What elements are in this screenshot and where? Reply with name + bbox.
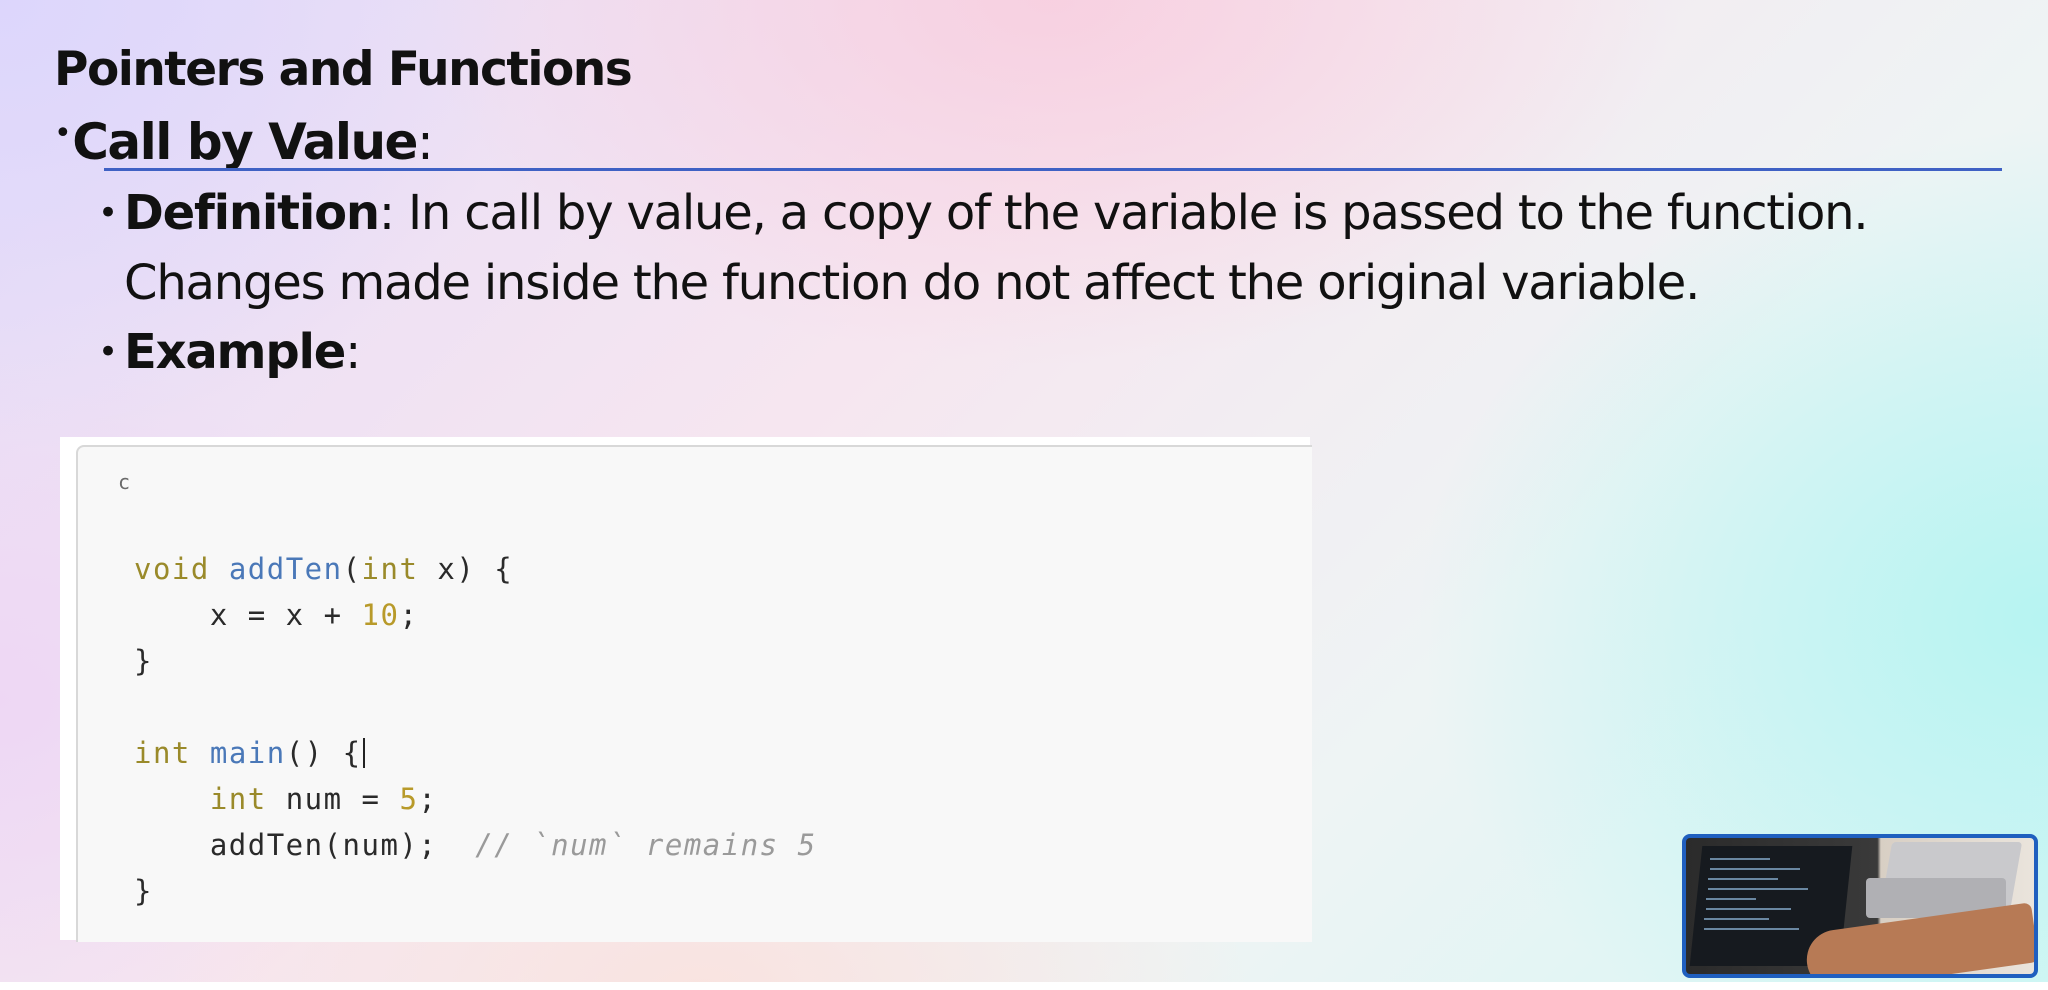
definition-paragraph: Definition: In call by value, a copy of … [98,178,1998,318]
bottom-strip [0,982,2048,990]
example-label: Example [124,324,346,380]
code-block: void addTen(int x) { x = x + 10; } int m… [134,546,817,914]
bullet-dot: • [98,332,118,372]
text-caret [362,738,365,768]
code-line: x = x + 10; [134,598,419,632]
bullet-dot: • [54,116,72,151]
bullet-call-by-value: •Call by Value: [54,113,434,171]
sub-bullet-example: • Example: [98,317,361,387]
example-paragraph: Example: [98,317,361,387]
definition-text: : In call by value, a copy of the variab… [124,185,1869,311]
bullet-colon: : [416,113,434,171]
code-line: } [134,874,153,908]
code-line: int main() { [134,736,365,770]
title-divider-line [104,168,2002,171]
code-line: } [134,644,153,678]
definition-label: Definition [124,185,380,241]
code-line: int num = 5; [209,782,438,816]
sub-bullet-definition: • Definition: In call by value, a copy o… [98,178,1998,318]
bullet-dot: • [98,193,118,233]
bullet-label: Call by Value [72,113,418,171]
example-colon: : [345,324,361,380]
code-line: addTen(num); // `num` remains 5 [134,828,817,862]
code-language-label: c [118,470,131,494]
slide: Pointers and Functions •Call by Value: •… [0,0,2048,982]
slide-title: Pointers and Functions [54,42,633,97]
laptop-photo-thumbnail [1682,834,2038,978]
code-line: void addTen(int x) { [134,552,514,586]
